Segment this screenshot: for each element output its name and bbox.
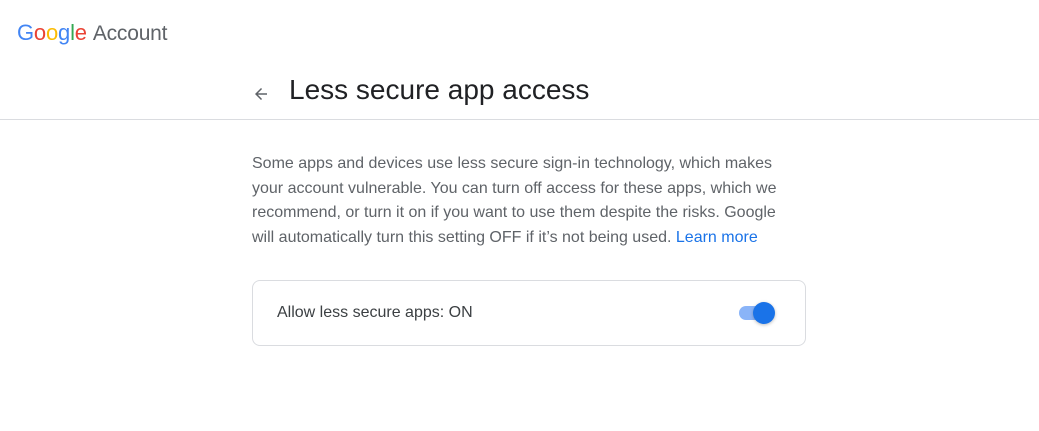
- logo-letter: e: [74, 20, 87, 45]
- description-text: Some apps and devices use less secure si…: [252, 152, 792, 250]
- toggle-thumb: [753, 302, 775, 324]
- less-secure-apps-toggle[interactable]: [737, 301, 775, 325]
- page-header: Less secure app access: [0, 64, 1039, 120]
- logo-letter: g: [58, 20, 71, 45]
- learn-more-link[interactable]: Learn more: [676, 229, 758, 246]
- setting-label: Allow less secure apps: ON: [277, 304, 473, 321]
- top-bar: Google Account: [0, 0, 1039, 64]
- logo-letter: o: [45, 20, 59, 45]
- page-title: Less secure app access: [289, 74, 590, 105]
- logo-product-name: Account: [92, 22, 168, 45]
- less-secure-apps-setting-card: Allow less secure apps: ON: [252, 280, 806, 346]
- arrow-back-icon: [255, 88, 267, 100]
- logo-letter: G: [17, 20, 34, 45]
- back-button[interactable]: [247, 80, 275, 108]
- logo-letter: o: [33, 20, 46, 45]
- google-account-logo[interactable]: Google Account: [17, 20, 167, 46]
